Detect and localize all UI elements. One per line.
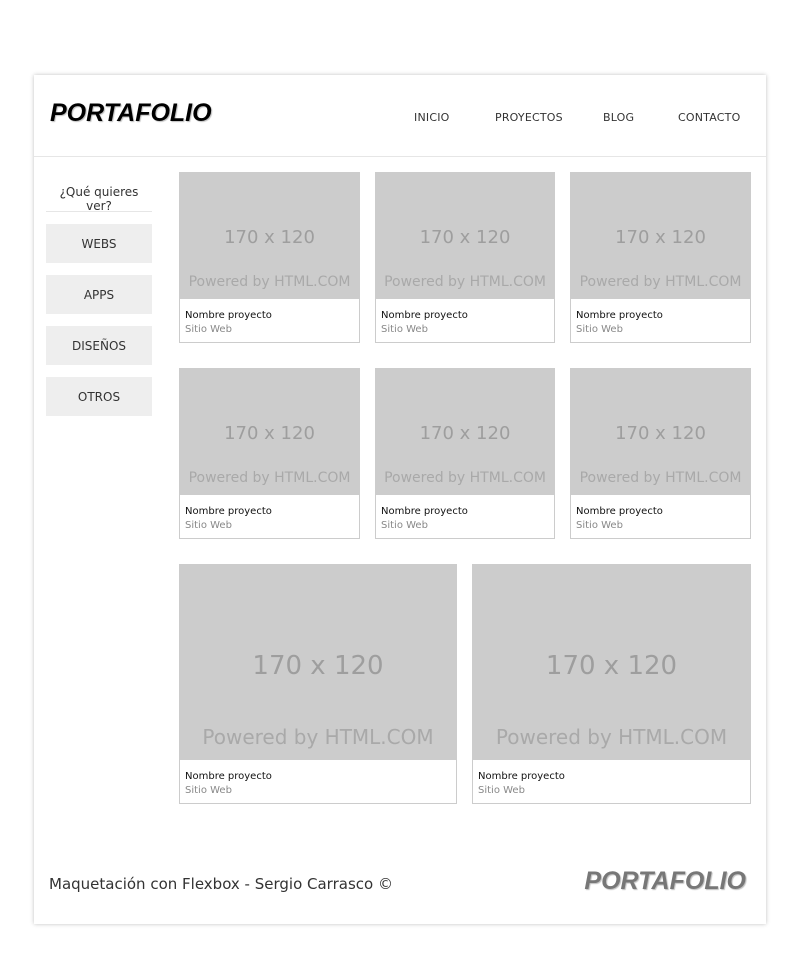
filter-otros-button[interactable]: OTROS xyxy=(46,377,152,416)
project-info: Nombre proyecto Sitio Web xyxy=(185,505,272,533)
main-nav: INICIO PROYECTOS BLOG CONTACTO xyxy=(34,111,766,129)
project-type: Sitio Web xyxy=(381,324,428,335)
thumbnail-powered-label: Powered by HTML.COM xyxy=(202,725,434,749)
header: PORTAFOLIO INICIO PROYECTOS BLOG CONTACT… xyxy=(34,75,766,157)
project-thumbnail: 170 x 120 Powered by HTML.COM xyxy=(180,173,359,299)
project-name: Nombre proyecto xyxy=(185,771,272,782)
project-type: Sitio Web xyxy=(381,520,428,531)
thumbnail-size-label: 170 x 120 xyxy=(224,423,315,444)
thumbnail-powered-label: Powered by HTML.COM xyxy=(188,274,351,290)
project-thumbnail: 170 x 120 Powered by HTML.COM xyxy=(180,565,456,760)
thumbnail-size-label: 170 x 120 xyxy=(545,651,678,681)
project-name: Nombre proyecto xyxy=(381,310,468,321)
thumbnail-size-label: 170 x 120 xyxy=(252,651,384,681)
project-thumbnail: 170 x 120 Powered by HTML.COM xyxy=(473,565,750,760)
project-card[interactable]: 170 x 120 Powered by HTML.COM Nombre pro… xyxy=(179,172,360,343)
nav-inicio[interactable]: INICIO xyxy=(414,111,450,124)
project-card[interactable]: 170 x 120 Powered by HTML.COM Nombre pro… xyxy=(179,564,457,804)
thumbnail-size-label: 170 x 120 xyxy=(419,227,511,248)
project-thumbnail: 170 x 120 Powered by HTML.COM xyxy=(571,173,750,299)
filter-webs-button[interactable]: WEBS xyxy=(46,224,152,263)
project-info: Nombre proyecto Sitio Web xyxy=(381,309,468,337)
project-info: Nombre proyecto Sitio Web xyxy=(185,309,272,337)
project-card[interactable]: 170 x 120 Powered by HTML.COM Nombre pro… xyxy=(179,368,360,539)
filter-disenos-button[interactable]: DISEÑOS xyxy=(46,326,152,365)
project-name: Nombre proyecto xyxy=(381,506,468,517)
project-info: Nombre proyecto Sitio Web xyxy=(478,770,565,798)
project-name: Nombre proyecto xyxy=(576,506,663,517)
project-thumbnail: 170 x 120 Powered by HTML.COM xyxy=(376,173,554,299)
thumbnail-powered-label: Powered by HTML.COM xyxy=(384,470,546,486)
thumbnail-size-label: 170 x 120 xyxy=(615,227,706,248)
thumbnail-powered-label: Powered by HTML.COM xyxy=(495,725,728,749)
thumbnail-powered-label: Powered by HTML.COM xyxy=(579,470,742,486)
project-card[interactable]: 170 x 120 Powered by HTML.COM Nombre pro… xyxy=(570,172,751,343)
nav-blog[interactable]: BLOG xyxy=(603,111,634,124)
project-type: Sitio Web xyxy=(576,520,623,531)
project-thumbnail: 170 x 120 Powered by HTML.COM xyxy=(180,369,359,495)
project-name: Nombre proyecto xyxy=(185,506,272,517)
project-card[interactable]: 170 x 120 Powered by HTML.COM Nombre pro… xyxy=(375,368,555,539)
thumbnail-size-label: 170 x 120 xyxy=(224,227,315,248)
project-card[interactable]: 170 x 120 Powered by HTML.COM Nombre pro… xyxy=(570,368,751,539)
filter-apps-button[interactable]: APPS xyxy=(46,275,152,314)
thumbnail-powered-label: Powered by HTML.COM xyxy=(188,470,351,486)
project-info: Nombre proyecto Sitio Web xyxy=(576,309,663,337)
project-card[interactable]: 170 x 120 Powered by HTML.COM Nombre pro… xyxy=(375,172,555,343)
project-name: Nombre proyecto xyxy=(478,771,565,782)
project-info: Nombre proyecto Sitio Web xyxy=(576,505,663,533)
thumbnail-powered-label: Powered by HTML.COM xyxy=(579,274,742,290)
page-frame: PORTAFOLIO INICIO PROYECTOS BLOG CONTACT… xyxy=(34,75,766,924)
project-type: Sitio Web xyxy=(185,520,232,531)
sidebar-title: ¿Qué quieres ver? xyxy=(46,172,152,213)
project-thumbnail: 170 x 120 Powered by HTML.COM xyxy=(376,369,554,495)
project-name: Nombre proyecto xyxy=(185,310,272,321)
project-name: Nombre proyecto xyxy=(576,310,663,321)
thumbnail-size-label: 170 x 120 xyxy=(419,423,511,444)
project-type: Sitio Web xyxy=(576,324,623,335)
project-type: Sitio Web xyxy=(185,324,232,335)
thumbnail-powered-label: Powered by HTML.COM xyxy=(384,274,546,290)
project-info: Nombre proyecto Sitio Web xyxy=(381,505,468,533)
nav-contacto[interactable]: CONTACTO xyxy=(678,111,740,124)
project-type: Sitio Web xyxy=(185,785,232,796)
footer-logo[interactable]: PORTAFOLIO xyxy=(584,867,746,896)
footer-credit: Maquetación con Flexbox - Sergio Carrasc… xyxy=(49,875,393,893)
nav-proyectos[interactable]: PROYECTOS xyxy=(495,111,563,124)
project-type: Sitio Web xyxy=(478,785,525,796)
project-thumbnail: 170 x 120 Powered by HTML.COM xyxy=(571,369,750,495)
project-info: Nombre proyecto Sitio Web xyxy=(185,770,272,798)
sidebar: ¿Qué quieres ver? WEBS APPS DISEÑOS OTRO… xyxy=(46,172,152,416)
project-card[interactable]: 170 x 120 Powered by HTML.COM Nombre pro… xyxy=(472,564,751,804)
thumbnail-size-label: 170 x 120 xyxy=(615,423,706,444)
